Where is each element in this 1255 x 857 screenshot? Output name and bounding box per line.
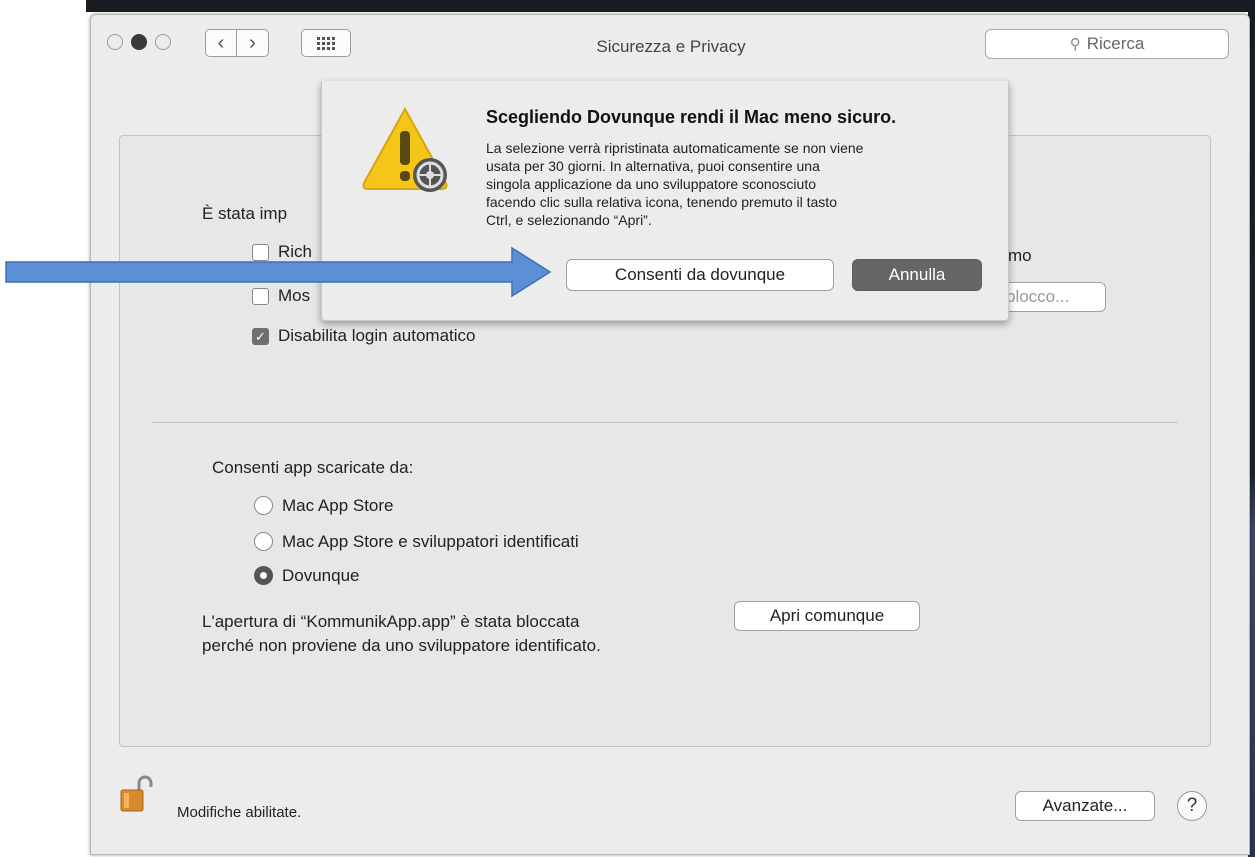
zoom-window-button[interactable] [155,34,171,50]
radio-identified-developers-label: Mac App Store e sviluppatori identificat… [282,532,579,551]
title-bar: ‹ › Sicurezza e Privacy ⚲ Ricerca [91,15,1249,75]
sheet-body-line: usata per 30 giorni. In alternativa, puo… [486,158,820,174]
show-all-button[interactable] [301,29,351,57]
radio-identified-developers[interactable] [254,532,273,551]
search-placeholder: Ricerca [1086,34,1145,53]
back-chevron-icon: ‹ [217,31,225,54]
open-anyway-button[interactable]: Apri comunque [734,601,920,631]
sheet-body-line: facendo clic sulla relativa icona, tenen… [486,194,837,210]
unlocked-padlock-icon[interactable] [119,773,153,813]
radio-anywhere-label: Dovunque [282,566,360,585]
close-window-button[interactable] [107,34,123,50]
sheet-body-line: singola applicazione da uno sviluppatore… [486,176,816,192]
desktop-background-top [86,0,1255,12]
minimize-window-button[interactable] [131,34,147,50]
allow-from-anywhere-button[interactable]: Consenti da dovunque [566,259,834,291]
set-lock-message-label: blocco... [1006,287,1070,306]
section-divider [152,422,1178,423]
help-icon: ? [1186,795,1198,816]
search-icon: ⚲ [1069,36,1081,53]
sheet-body-line: La selezione verrà ripristinata automati… [486,140,864,156]
sheet-body-line: Ctrl, e selezionando “Apri”. [486,212,652,228]
window-title: Sicurezza e Privacy [596,37,746,56]
radio-mac-app-store[interactable] [254,496,273,515]
disable-auto-login-label: Disabilita login automatico [278,326,476,345]
blocked-app-message-line2: perché non proviene da uno sviluppatore … [202,636,601,655]
advanced-button[interactable]: Avanzate... [1015,791,1155,821]
disable-auto-login-checkbox[interactable]: ✓ [252,328,269,345]
search-field[interactable]: ⚲ Ricerca [985,29,1229,59]
sheet-body: La selezione verrà ripristinata automati… [486,139,986,229]
forward-chevron-icon: › [249,31,256,54]
radio-mac-app-store-label: Mac App Store [282,496,394,515]
warning-gear-icon [362,106,448,192]
cancel-button[interactable]: Annulla [852,259,982,291]
forward-button[interactable]: › [237,29,269,57]
login-password-intro: È stata imp [202,204,288,223]
radio-anywhere[interactable] [254,566,273,585]
checkmark-icon: ✓ [255,328,266,344]
lock-status-text: Modifiche abilitate. [177,804,302,821]
annotation-arrow-icon [5,246,552,298]
blocked-app-message-line1: L'apertura di “KommunikApp.app” è stata … [202,612,580,631]
allow-apps-heading: Consenti app scaricate da: [212,458,414,477]
help-button[interactable]: ? [1177,791,1207,821]
timeout-text-partial: mo [1008,246,1032,265]
grid-icon [317,36,335,50]
back-button[interactable]: ‹ [205,29,237,57]
sheet-title: Scegliendo Dovunque rendi il Mac meno si… [486,107,897,127]
preferences-window: ‹ › Sicurezza e Privacy ⚲ Ricerca È stat… [90,14,1250,855]
